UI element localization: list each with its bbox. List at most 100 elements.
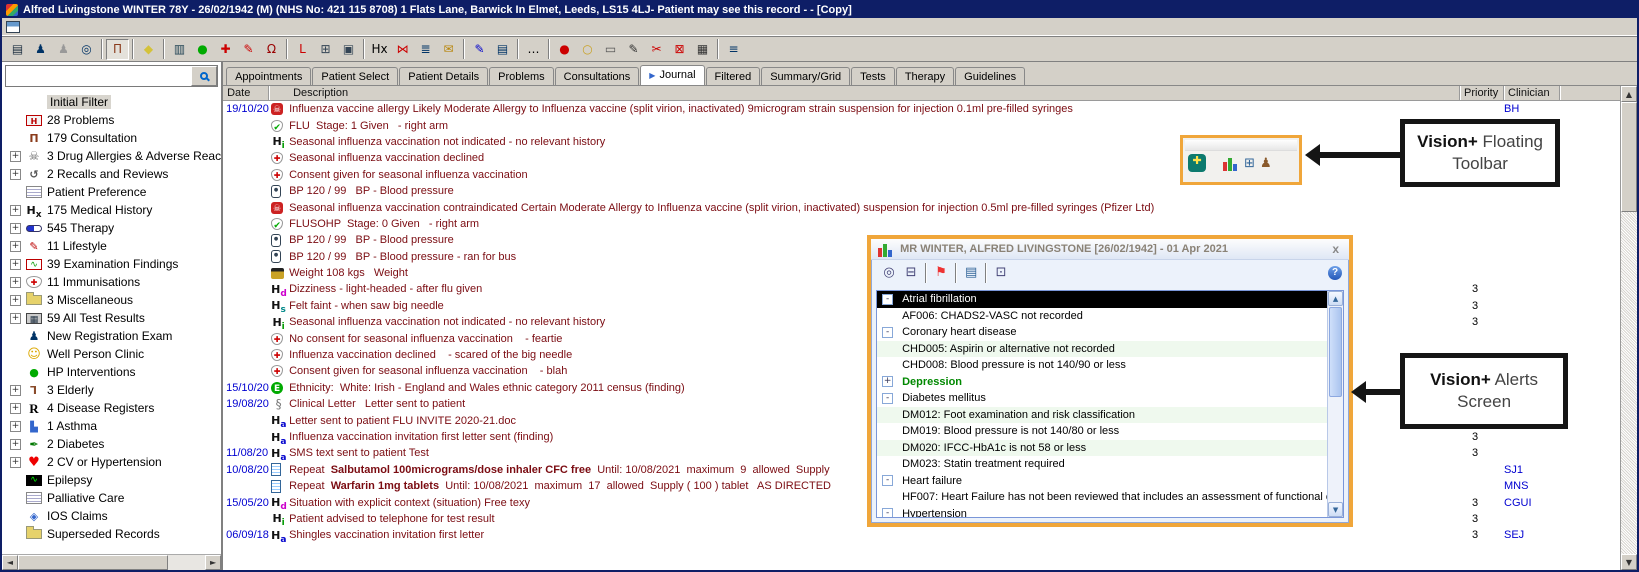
- tree-expander-icon[interactable]: +: [10, 277, 21, 288]
- popup-scrollbar[interactable]: ▲ ▼: [1327, 291, 1343, 517]
- expander-icon[interactable]: -: [882, 393, 893, 404]
- more-ellipsis-icon[interactable]: …: [522, 39, 545, 60]
- preview-icon[interactable]: ◎: [878, 263, 900, 283]
- sidebar-item[interactable]: Well Person Clinic: [2, 345, 221, 363]
- sidebar-item[interactable]: + 2 Recalls and Reviews: [2, 165, 221, 183]
- expander-icon[interactable]: -: [882, 294, 893, 305]
- notepad-icon[interactable]: ▤: [491, 39, 514, 60]
- contacts-icon[interactable]: ♟: [1260, 157, 1272, 170]
- tree-expander-icon[interactable]: +: [10, 439, 21, 450]
- tab[interactable]: Filtered: [706, 67, 761, 85]
- chart-icon[interactable]: [1223, 156, 1239, 171]
- journal-row[interactable]: Seasonal influenza vaccination contraind…: [223, 199, 1620, 215]
- flag-icon[interactable]: ⚑: [930, 263, 952, 283]
- sidebar-item[interactable]: Initial Filter: [2, 93, 221, 111]
- alert-row[interactable]: - Hypertension: [877, 506, 1327, 519]
- sidebar-item[interactable]: + 175 Medical History: [2, 201, 221, 219]
- clinician-column-header[interactable]: Clinician: [1504, 86, 1560, 100]
- menu-item[interactable]: [170, 26, 186, 28]
- tree-expander-icon[interactable]: +: [10, 205, 21, 216]
- scroll-right-arrow[interactable]: ►: [205, 555, 221, 570]
- filter-columns-icon[interactable]: ≡: [722, 39, 745, 60]
- open-form-icon[interactable]: ▤: [6, 39, 29, 60]
- alert-row[interactable]: DM023: Statin treatment required: [877, 456, 1327, 473]
- tab[interactable]: Tests: [851, 67, 895, 85]
- tab[interactable]: Summary/Grid: [761, 67, 850, 85]
- sidebar-item[interactable]: HP Interventions: [2, 363, 221, 381]
- tree-expander-icon[interactable]: +: [10, 421, 21, 432]
- tree-expander-icon[interactable]: +: [10, 457, 21, 468]
- documents-icon[interactable]: ⊞: [314, 39, 337, 60]
- alert-row[interactable]: - Atrial fibrillation: [877, 291, 1327, 308]
- alert-row[interactable]: - Coronary heart disease: [877, 324, 1327, 341]
- journal-row[interactable]: FLUSOHP Stage: 0 Given - right arm: [223, 216, 1620, 232]
- scroll-up-arrow[interactable]: ▲: [1621, 86, 1637, 102]
- sidebar-item[interactable]: + 3 Drug Allergies & Adverse Reac: [2, 147, 221, 165]
- print-icon[interactable]: ⊟: [900, 263, 922, 283]
- tab[interactable]: Guidelines: [955, 67, 1025, 85]
- report-icon[interactable]: ▤: [960, 263, 982, 283]
- sticky-note-icon[interactable]: ◆: [137, 39, 160, 60]
- alert-row[interactable]: DM012: Foot examination and risk classif…: [877, 407, 1327, 424]
- alert-row[interactable]: - Diabetes mellitus: [877, 390, 1327, 407]
- alert-row[interactable]: CHD005: Aspirin or alternative not recor…: [877, 341, 1327, 358]
- speech-bubble-icon[interactable]: ○: [576, 39, 599, 60]
- deselect-patient-icon[interactable]: ♟: [52, 39, 75, 60]
- help-icon[interactable]: ?: [1328, 266, 1342, 280]
- keyboard-icon[interactable]: ▭: [599, 39, 622, 60]
- medical-history-icon[interactable]: Hx: [368, 39, 391, 60]
- sidebar-item[interactable]: 179 Consultation: [2, 129, 221, 147]
- tab[interactable]: Journal: [640, 65, 704, 85]
- stethoscope-icon[interactable]: Ω: [260, 39, 283, 60]
- sidebar-item[interactable]: + 3 Miscellaneous: [2, 291, 221, 309]
- tree-expander-icon[interactable]: +: [10, 295, 21, 306]
- problem-list-icon[interactable]: ≣: [414, 39, 437, 60]
- apple-icon[interactable]: ●: [191, 39, 214, 60]
- menu-item[interactable]: [154, 26, 170, 28]
- sidebar-item[interactable]: New Registration Exam: [2, 327, 221, 345]
- menu-item[interactable]: [106, 26, 122, 28]
- scissors-icon[interactable]: ✂: [645, 39, 668, 60]
- tab[interactable]: Therapy: [896, 67, 954, 85]
- consultation-chair-icon[interactable]: Π: [106, 39, 129, 60]
- record-icon[interactable]: ●: [553, 39, 576, 60]
- alert-row[interactable]: AF006: CHADS2-VASC not recorded: [877, 308, 1327, 325]
- priority-column-header[interactable]: Priority: [1460, 86, 1504, 100]
- visionplus-icon[interactable]: [1188, 154, 1206, 172]
- sidebar-item[interactable]: + 11 Lifestyle: [2, 237, 221, 255]
- tree-expander-icon[interactable]: +: [10, 169, 21, 180]
- sidebar-item[interactable]: + 59 All Test Results: [2, 309, 221, 327]
- date-column-header[interactable]: Date: [223, 86, 269, 100]
- search-button[interactable]: [191, 66, 217, 86]
- tree-expander-icon[interactable]: +: [10, 241, 21, 252]
- menu-item[interactable]: [58, 26, 74, 28]
- sidebar-item[interactable]: + 11 Immunisations: [2, 273, 221, 291]
- tree-expander-icon[interactable]: +: [10, 151, 21, 162]
- letter-doc-icon[interactable]: L: [291, 39, 314, 60]
- scroll-down-arrow[interactable]: ▼: [1621, 554, 1637, 570]
- tab[interactable]: Problems: [489, 67, 553, 85]
- scroll-left-arrow[interactable]: ◄: [2, 555, 18, 570]
- alert-row[interactable]: + Depression: [877, 374, 1327, 391]
- sidebar-item[interactable]: 28 Problems: [2, 111, 221, 129]
- tab[interactable]: Consultations: [555, 67, 640, 85]
- expander-icon[interactable]: -: [882, 327, 893, 338]
- sidebar-horizontal-scrollbar[interactable]: ◄ ►: [2, 554, 221, 570]
- sidebar-item[interactable]: Superseded Records: [2, 525, 221, 543]
- description-column-header[interactable]: Description: [289, 86, 1460, 100]
- scroll-down-arrow[interactable]: ▼: [1328, 502, 1343, 517]
- scrollbar-thumb[interactable]: [18, 555, 168, 570]
- sidebar-item[interactable]: Epilepsy: [2, 471, 221, 489]
- first-aid-icon[interactable]: ✚: [214, 39, 237, 60]
- menu-item[interactable]: [90, 26, 106, 28]
- alert-row[interactable]: - Heart failure: [877, 473, 1327, 490]
- sidebar-item[interactable]: + 1 Asthma: [2, 417, 221, 435]
- sidebar-item[interactable]: + 39 Examination Findings: [2, 255, 221, 273]
- menu-item[interactable]: [42, 26, 58, 28]
- sidebar-item[interactable]: + 545 Therapy: [2, 219, 221, 237]
- edit-doc-icon[interactable]: ✎: [622, 39, 645, 60]
- journal-book-icon[interactable]: ▥: [168, 39, 191, 60]
- template-icon[interactable]: ⊡: [990, 263, 1012, 283]
- scrollbar-thumb[interactable]: [1329, 307, 1342, 397]
- save-disk-icon[interactable]: ▦: [691, 39, 714, 60]
